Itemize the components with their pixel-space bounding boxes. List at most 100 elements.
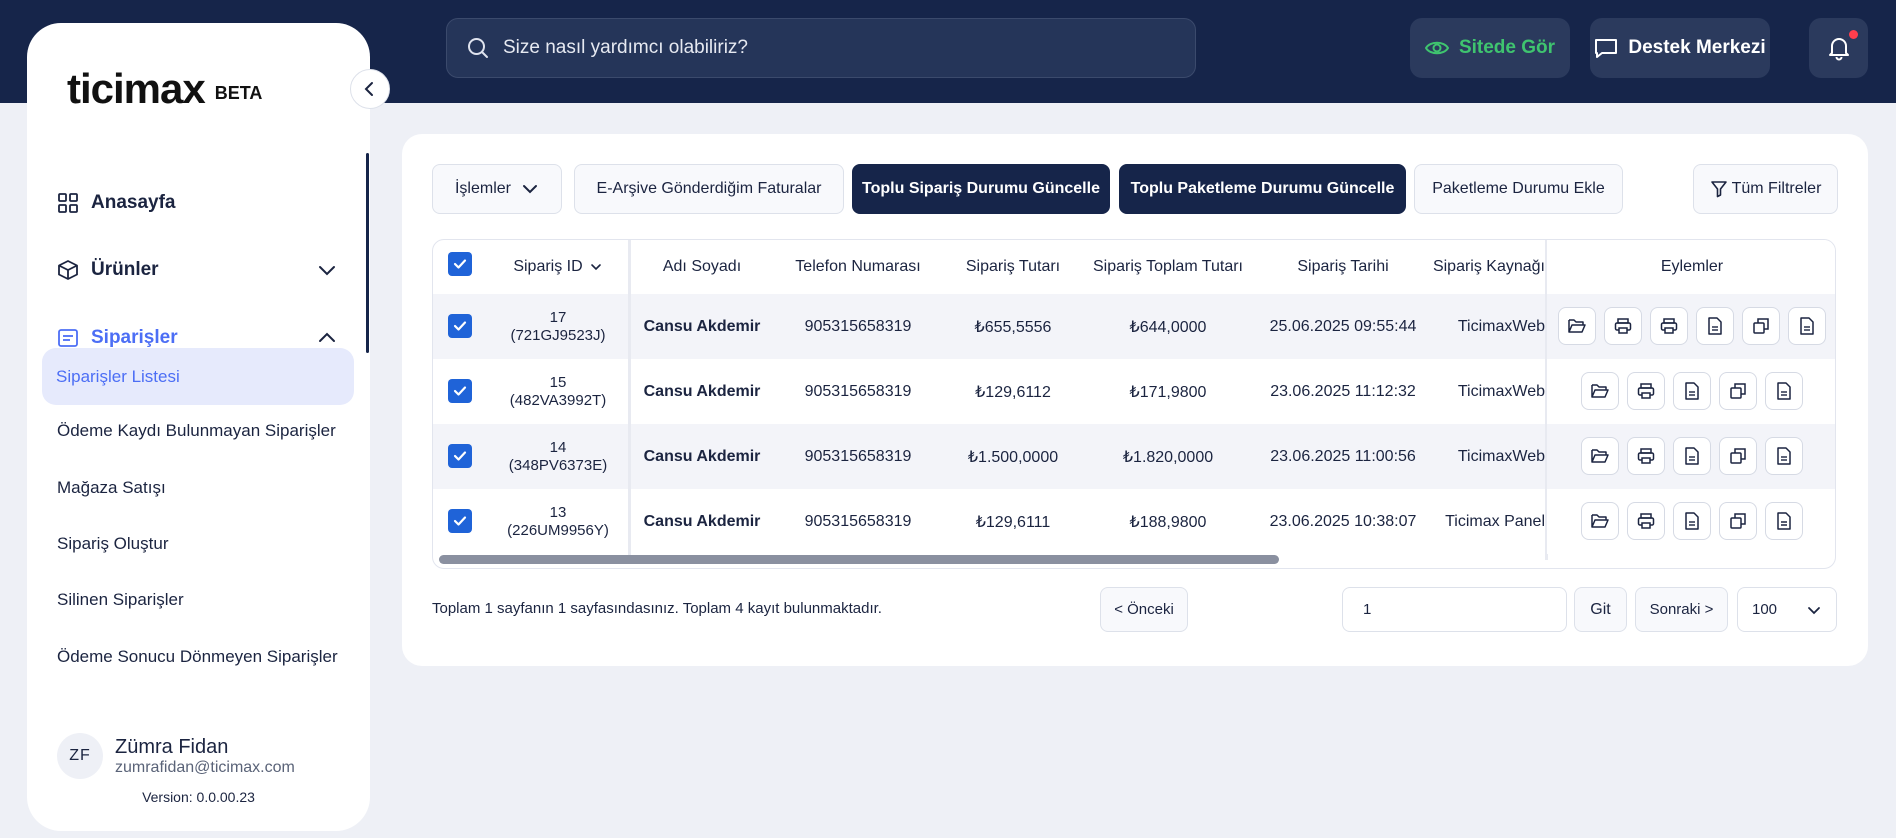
sidebar-subitem-siparis-olustur[interactable]: Sipariş Oluştur [57,534,347,554]
avatar: ZF [57,733,103,779]
order-id-code: (348PV6373E) [508,456,608,474]
page-size-select[interactable]: 100 [1737,587,1837,632]
chevron-down-icon [589,260,603,274]
chevron-left-icon [362,81,378,97]
row-checkbox[interactable] [448,379,472,403]
go-button[interactable]: Git [1574,587,1627,632]
view-site-label: Sitede Gör [1458,37,1556,58]
folder-open-action-button[interactable] [1581,372,1619,410]
chevron-up-icon [317,328,337,348]
printer-action-button[interactable] [1627,372,1665,410]
column-header-siparis-tarihi[interactable]: Sipariş Tarihi [1253,240,1433,294]
cell-date: 23.06.2025 10:38:07 [1269,512,1417,530]
notifications-button[interactable] [1809,18,1868,78]
sidebar-subitem-siparisler-listesi[interactable]: Siparişler Listesi [42,348,354,405]
sidebar-scrollbar[interactable] [366,153,369,353]
cell-amount: ₺655,5556 [974,318,1052,336]
printer-icon [1637,447,1655,465]
cell-name: Cansu Akdemir [643,447,761,465]
cell-name: Cansu Akdemir [643,317,761,335]
column-header-telefon[interactable]: Telefon Numarası [773,240,943,294]
document-action-button[interactable] [1696,307,1734,345]
search-icon [467,37,489,59]
row-checkbox[interactable] [448,314,472,338]
search-box[interactable] [446,18,1196,78]
copy-action-button[interactable] [1719,502,1757,540]
cell-source: TicimaxWeb [1457,447,1545,465]
printer-icon [1660,317,1678,335]
printer-icon [1614,317,1632,335]
user-profile[interactable]: ZF Zümra Fidan zumrafidan@ticimax.com [57,733,295,779]
box-icon [57,259,79,281]
cell-phone: 905315658319 [804,382,912,400]
column-header-siparis-kaynagi[interactable]: Sipariş Kaynağı [1433,240,1545,294]
order-id-code: (482VA3992T) [509,391,607,409]
document-icon [1799,317,1815,335]
column-header-siparis-tutari[interactable]: Sipariş Tutarı [943,240,1083,294]
document-action-button[interactable] [1673,502,1711,540]
sidebar-item-label: Anasayfa [91,192,176,213]
sidebar-subitem-odeme-sonucu[interactable]: Ödeme Sonucu Dönmeyen Siparişler [57,647,347,667]
cell-order-id[interactable]: 13 (226UM9956Y) [488,489,628,554]
copy-action-button[interactable] [1742,307,1780,345]
folder-open-action-button[interactable] [1581,437,1619,475]
cell-amount: ₺129,6111 [975,513,1051,531]
order-id-code: (226UM9956Y) [507,521,609,539]
document-action-button[interactable] [1788,307,1826,345]
column-header-adi-soyadi[interactable]: Adı Soyadı [631,240,773,294]
sidebar-subitem-silinen-siparisler[interactable]: Silinen Siparişler [57,590,347,610]
column-header-toplam-tutar[interactable]: Sipariş Toplam Tutarı [1083,240,1253,294]
cell-order-id[interactable]: 14 (348PV6373E) [488,424,628,489]
printer-action-button[interactable] [1627,502,1665,540]
document-action-button[interactable] [1673,372,1711,410]
printer-action-button[interactable] [1604,307,1642,345]
sidebar-subitem-magaza-satisi[interactable]: Mağaza Satışı [57,478,347,498]
row-checkbox[interactable] [448,444,472,468]
all-filters-button[interactable]: Tüm Filtreler [1693,164,1838,214]
cell-order-id[interactable]: 15 (482VA3992T) [488,359,628,424]
ticimax-logo[interactable]: ticimax BETA [67,68,262,110]
next-page-button[interactable]: Sonraki > [1635,587,1728,632]
copy-action-button[interactable] [1719,372,1757,410]
document-icon [1684,512,1700,530]
folder-open-action-button[interactable] [1558,307,1596,345]
islemler-label: İşlemler [454,180,511,197]
folder-open-icon [1591,383,1609,399]
document-action-button[interactable] [1673,437,1711,475]
search-input[interactable] [503,37,1163,59]
row-checkbox[interactable] [448,509,472,533]
sidebar: ticimax BETA Anasayfa Ürünler Siparişler… [27,23,370,831]
cell-amount: ₺1.500,0000 [967,448,1059,466]
orders-icon [57,327,79,349]
bulk-packaging-status-button[interactable]: Toplu Paketleme Durumu Güncelle [1119,164,1406,214]
copy-action-button[interactable] [1719,437,1757,475]
islemler-dropdown[interactable]: İşlemler [432,164,562,214]
bulk-order-status-button[interactable]: Toplu Sipariş Durumu Güncelle [852,164,1110,214]
document-action-button[interactable] [1765,437,1803,475]
page-number-input[interactable] [1342,587,1567,632]
printer-action-button[interactable] [1627,437,1665,475]
sidebar-item-urunler[interactable]: Ürünler [57,250,337,290]
sidebar-item-anasayfa[interactable]: Anasayfa [57,183,337,223]
sidebar-subitem-odeme-kaydi[interactable]: Ödeme Kaydı Bulunmayan Siparişler [57,421,347,441]
add-packaging-status-button[interactable]: Paketleme Durumu Ekle [1414,164,1623,214]
column-header-siparis-id[interactable]: Sipariş ID [488,240,628,294]
orders-card: İşlemler E-Arşive Gönderdiğim Faturalar … [402,134,1868,666]
support-center-button[interactable]: Destek Merkezi [1590,18,1770,78]
folder-open-action-button[interactable] [1581,502,1619,540]
horizontal-scrollbar[interactable] [439,555,1279,564]
collapse-sidebar-button[interactable] [350,69,390,109]
document-action-button[interactable] [1765,372,1803,410]
document-action-button[interactable] [1765,502,1803,540]
order-id-number: 15 [549,373,567,391]
printer-action-button[interactable] [1650,307,1688,345]
order-id-number: 13 [549,503,567,521]
view-site-button[interactable]: Sitede Gör [1410,18,1570,78]
beta-badge: BETA [214,83,263,103]
select-all-checkbox[interactable] [448,252,472,276]
folder-open-icon [1591,448,1609,464]
cell-order-id[interactable]: 17 (721GJ9523J) [488,294,628,359]
previous-page-button[interactable]: < Önceki [1100,587,1188,632]
earsiv-invoices-button[interactable]: E-Arşive Gönderdiğim Faturalar [574,164,844,214]
cell-date: 23.06.2025 11:00:56 [1270,447,1416,465]
